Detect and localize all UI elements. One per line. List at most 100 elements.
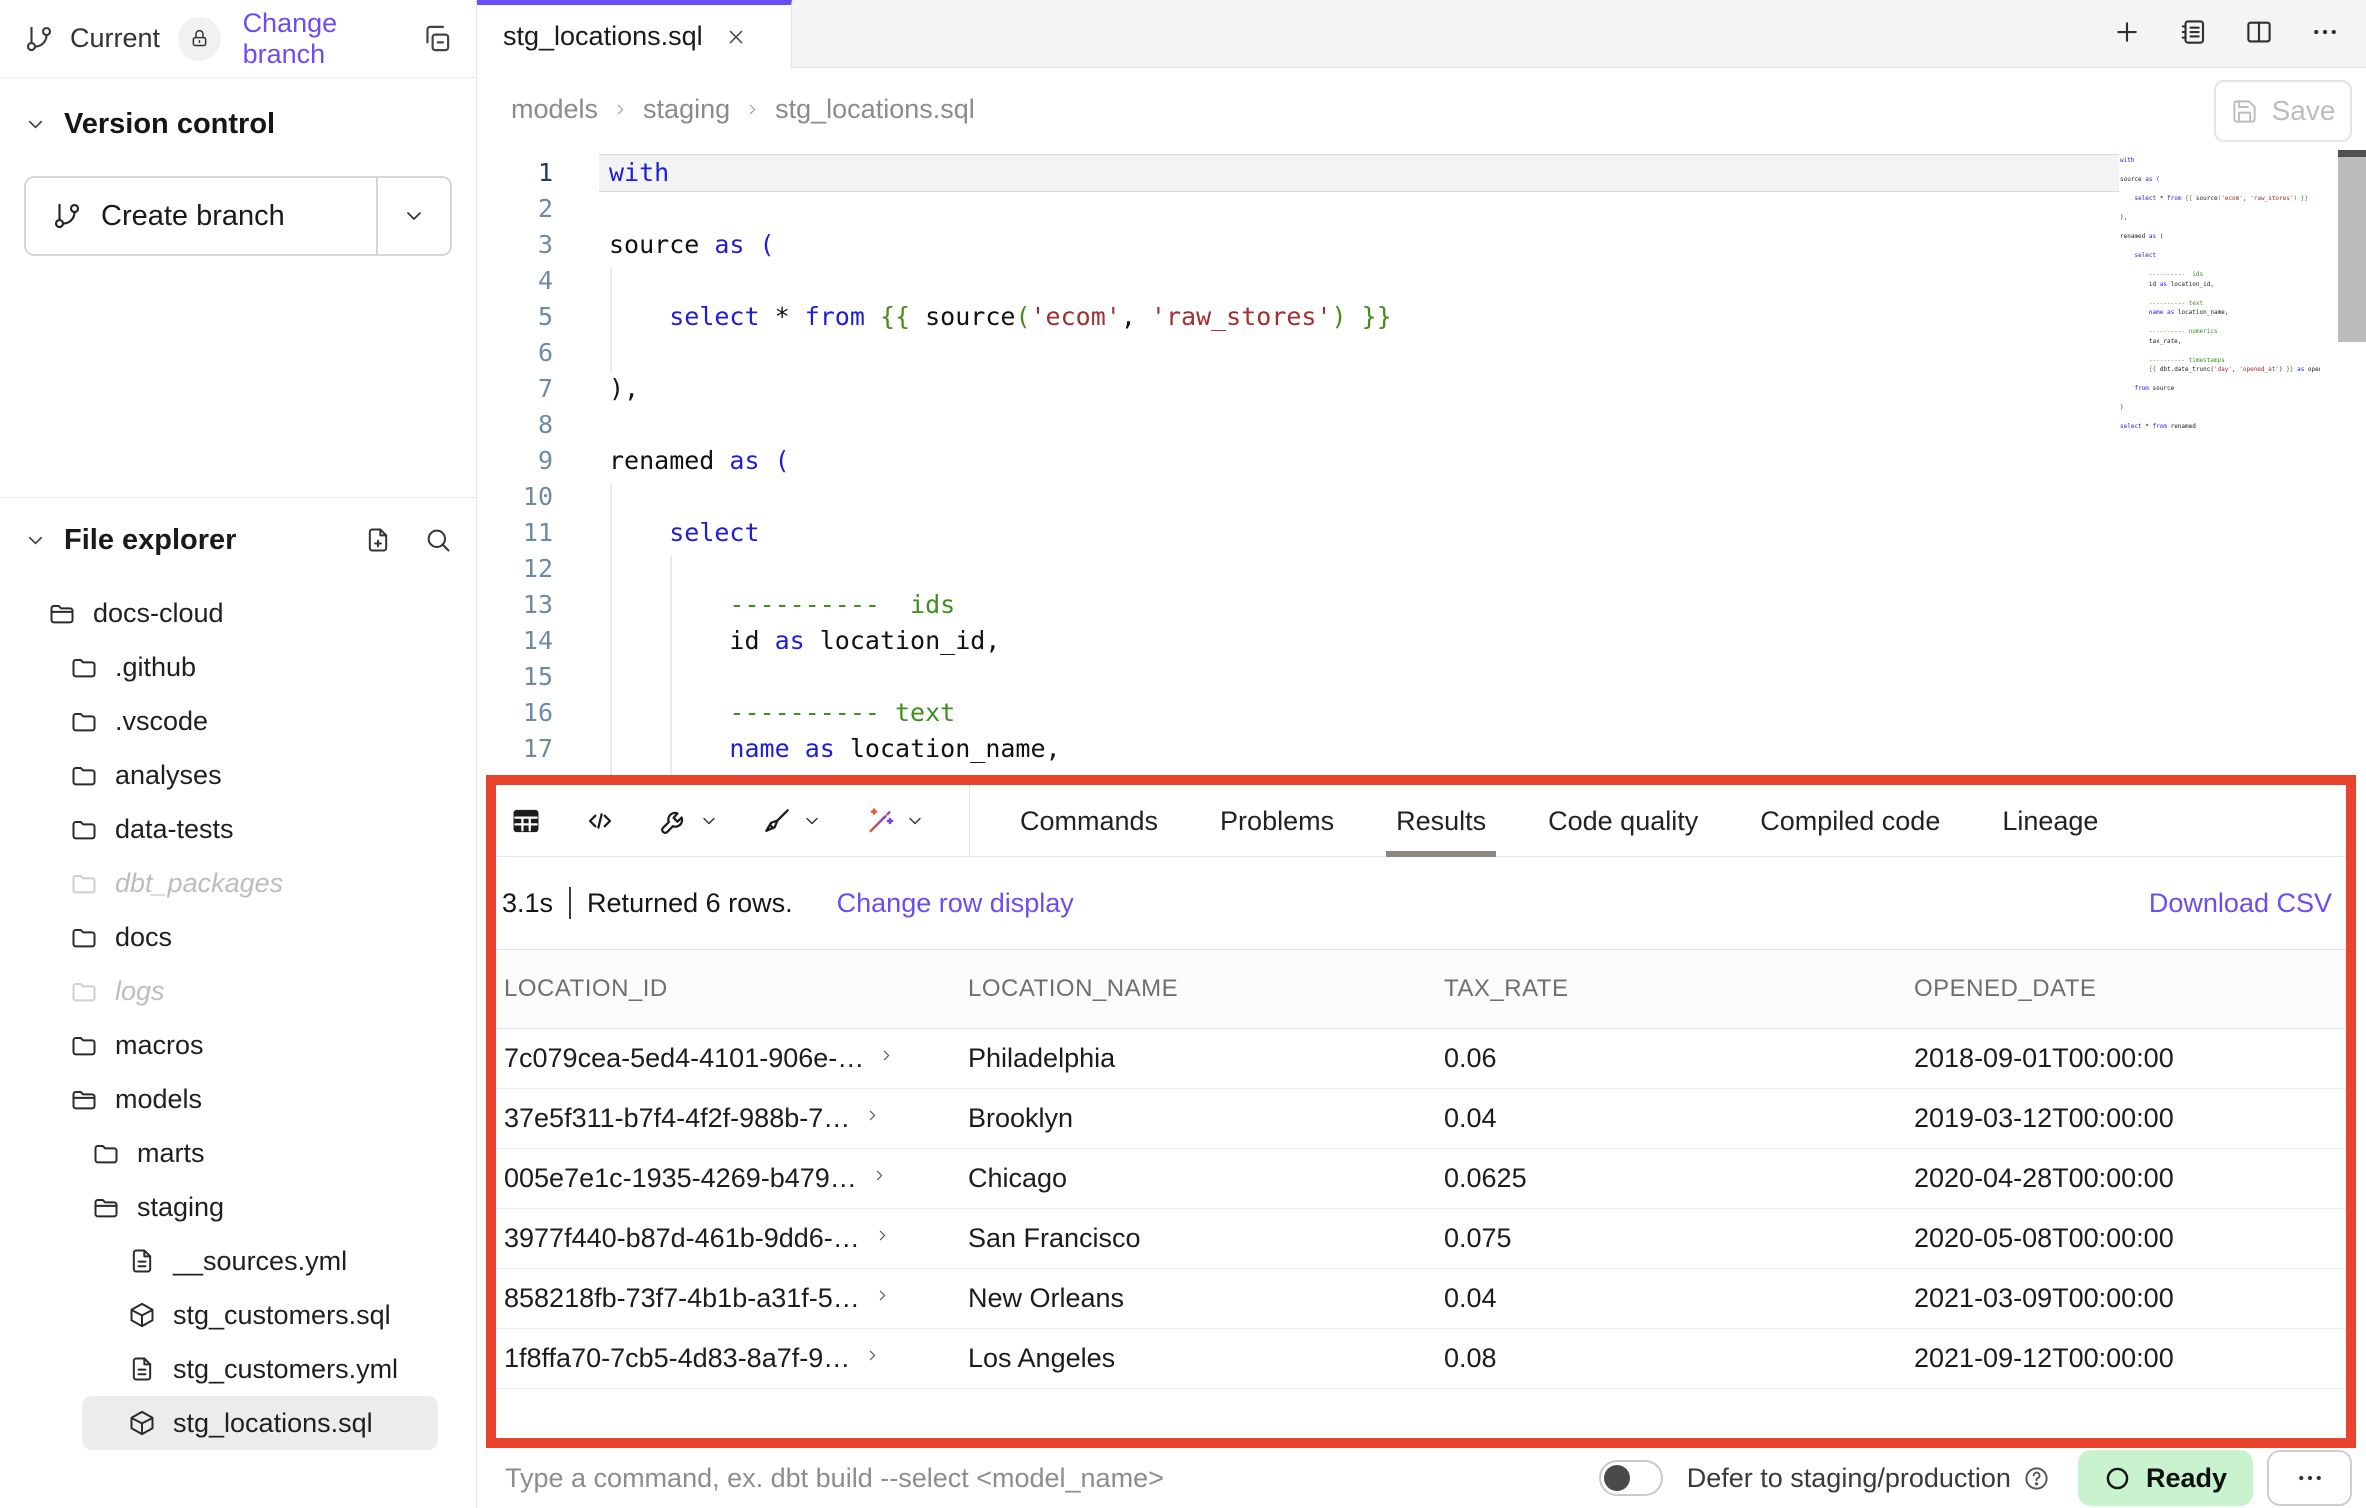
line-number: 12 bbox=[477, 551, 553, 587]
table-row: 3977f440-b87d-461b-9dd6-…San Francisco0.… bbox=[496, 1208, 2346, 1268]
more-options-icon[interactable] bbox=[2310, 17, 2340, 47]
results-tab-compiled-code[interactable]: Compiled code bbox=[1760, 785, 1940, 857]
ellipsis-icon bbox=[2295, 1463, 2325, 1493]
file-tree-item-label: marts bbox=[137, 1138, 205, 1169]
code-line: 7), bbox=[477, 371, 1392, 407]
minimap[interactable]: with source as ( select * from {{ source… bbox=[2120, 156, 2320, 456]
close-icon[interactable] bbox=[725, 26, 747, 48]
toolbar-divider bbox=[969, 785, 970, 857]
search-icon[interactable] bbox=[424, 526, 452, 554]
file-tree-item-label: .vscode bbox=[115, 706, 208, 737]
code-lines: 1with23source as (45 select * from {{ so… bbox=[477, 155, 1392, 767]
code-line: 15 bbox=[477, 659, 1392, 695]
file-icon bbox=[128, 1247, 156, 1275]
row-expand-chevron-icon[interactable] bbox=[864, 1347, 881, 1364]
tab-stg-locations-sql[interactable]: stg_locations.sql bbox=[477, 0, 792, 68]
create-branch-button[interactable]: Create branch bbox=[26, 178, 376, 254]
status-divider bbox=[569, 887, 571, 919]
file-tree-item-logs[interactable]: logs bbox=[24, 964, 452, 1018]
defer-toggle[interactable] bbox=[1599, 1460, 1663, 1496]
cell-opened_date: 2018-09-01T00:00:00 bbox=[1914, 1028, 2346, 1088]
chevron-down-icon[interactable] bbox=[24, 113, 47, 136]
folder-open-icon bbox=[48, 599, 76, 627]
file-tree-item-staging[interactable]: staging bbox=[24, 1180, 452, 1234]
folder-icon bbox=[70, 761, 98, 789]
file-tree-item-macros[interactable]: macros bbox=[24, 1018, 452, 1072]
file-explorer-header: File explorer bbox=[24, 518, 452, 562]
results-tab-commands[interactable]: Commands bbox=[1020, 785, 1158, 857]
results-toolbar: Commands Problems Results Code quality Compi… bbox=[496, 785, 2346, 857]
table-view-button[interactable] bbox=[510, 805, 542, 837]
file-tree-item-label: dbt_packages bbox=[115, 868, 283, 899]
code-line: 16 ---------- text bbox=[477, 695, 1392, 731]
row-expand-chevron-icon[interactable] bbox=[864, 1107, 881, 1124]
row-expand-chevron-icon[interactable] bbox=[874, 1227, 891, 1244]
file-tree-item--sources-yml[interactable]: __sources.yml bbox=[24, 1234, 452, 1288]
save-button[interactable]: Save bbox=[2214, 80, 2352, 142]
file-tree-item-docs-cloud[interactable]: docs-cloud bbox=[24, 586, 452, 640]
chevron-right-icon bbox=[744, 101, 761, 118]
file-tree-item-stg-customers-yml[interactable]: stg_customers.yml bbox=[24, 1342, 452, 1396]
results-tab-problems[interactable]: Problems bbox=[1220, 785, 1334, 857]
line-number: 10 bbox=[477, 479, 553, 515]
line-content bbox=[553, 263, 609, 299]
folder-icon bbox=[70, 923, 98, 951]
editor-scrollbar-thumb[interactable] bbox=[2338, 150, 2366, 342]
chevron-down-icon bbox=[699, 811, 719, 831]
file-tree-item-stg-customers-sql[interactable]: stg_customers.sql bbox=[24, 1288, 452, 1342]
line-number: 6 bbox=[477, 335, 553, 371]
cell-location_id: 3977f440-b87d-461b-9dd6-… bbox=[496, 1208, 968, 1268]
file-tree-item-docs[interactable]: docs bbox=[24, 910, 452, 964]
ready-status-badge[interactable]: Ready bbox=[2078, 1450, 2253, 1506]
ai-assist-button[interactable] bbox=[864, 805, 925, 837]
chevron-down-icon[interactable] bbox=[24, 529, 47, 552]
download-csv-link[interactable]: Download CSV bbox=[2149, 888, 2332, 919]
new-file-icon[interactable] bbox=[364, 526, 392, 554]
version-control-header[interactable]: Version control bbox=[24, 104, 452, 144]
cell-opened_date: 2020-04-28T00:00:00 bbox=[1914, 1148, 2346, 1208]
results-tab-results[interactable]: Results bbox=[1396, 785, 1486, 857]
folder-icon bbox=[70, 707, 98, 735]
create-branch-caret-button[interactable] bbox=[378, 178, 450, 254]
file-tree-item-marts[interactable]: marts bbox=[24, 1126, 452, 1180]
line-content: select * from {{ source('ecom', 'raw_sto… bbox=[553, 299, 1392, 335]
change-row-display-link[interactable]: Change row display bbox=[837, 888, 1074, 919]
format-button[interactable] bbox=[761, 805, 822, 837]
line-content: id as location_id, bbox=[553, 623, 1000, 659]
split-pane-icon[interactable] bbox=[2244, 17, 2274, 47]
command-bar-more-button[interactable] bbox=[2267, 1450, 2352, 1506]
file-tree-item--vscode[interactable]: .vscode bbox=[24, 694, 452, 748]
file-tree-item-stg-locations-sql[interactable]: stg_locations.sql bbox=[82, 1396, 438, 1450]
line-number: 3 bbox=[477, 227, 553, 263]
new-tab-icon[interactable] bbox=[2112, 17, 2142, 47]
cell-opened_date: 2021-09-12T00:00:00 bbox=[1914, 1328, 2346, 1388]
code-editor[interactable]: 1with23source as (45 select * from {{ so… bbox=[477, 150, 2366, 775]
line-content: ), bbox=[553, 371, 639, 407]
line-content bbox=[553, 335, 609, 371]
row-expand-chevron-icon[interactable] bbox=[878, 1047, 895, 1064]
create-branch-split-button: Create branch bbox=[24, 176, 452, 256]
row-expand-chevron-icon[interactable] bbox=[874, 1287, 891, 1304]
results-tab-code-quality[interactable]: Code quality bbox=[1548, 785, 1698, 857]
file-tree-item--github[interactable]: .github bbox=[24, 640, 452, 694]
column-header-opened_date: OPENED_DATE bbox=[1914, 950, 2346, 1028]
notebook-icon[interactable] bbox=[2178, 17, 2208, 47]
folder-open-icon bbox=[70, 1085, 98, 1113]
results-tab-lineage[interactable]: Lineage bbox=[2002, 785, 2098, 857]
file-tree-item-analyses[interactable]: analyses bbox=[24, 748, 452, 802]
command-input[interactable] bbox=[505, 1463, 1599, 1494]
file-tree-item-models[interactable]: models bbox=[24, 1072, 452, 1126]
folder-icon bbox=[70, 977, 98, 1005]
line-number: 8 bbox=[477, 407, 553, 443]
returned-rows-text: Returned 6 rows. bbox=[587, 888, 793, 919]
change-branch-link[interactable]: Change branch bbox=[243, 8, 421, 70]
code-preview-button[interactable] bbox=[584, 805, 616, 837]
file-tree-item-data-tests[interactable]: data-tests bbox=[24, 802, 452, 856]
copy-icon[interactable] bbox=[421, 23, 452, 54]
code-line: 11 select bbox=[477, 515, 1392, 551]
row-expand-chevron-icon[interactable] bbox=[871, 1167, 888, 1184]
help-icon[interactable] bbox=[2023, 1465, 2050, 1492]
magic-wand-icon bbox=[864, 805, 896, 837]
file-tree-item-dbt-packages[interactable]: dbt_packages bbox=[24, 856, 452, 910]
build-tools-button[interactable] bbox=[658, 805, 719, 837]
